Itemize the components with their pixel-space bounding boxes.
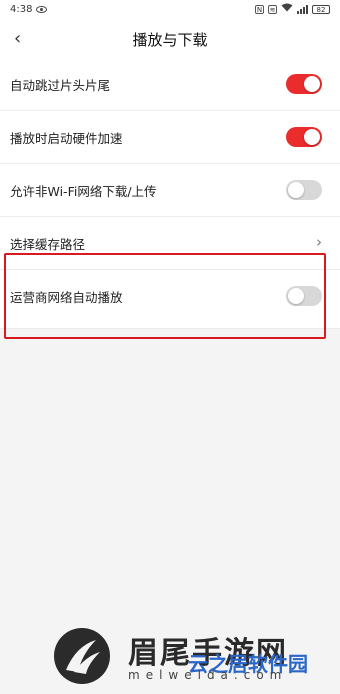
status-time: 4:38 [10, 3, 33, 15]
wifi-icon [281, 3, 293, 15]
non-wifi-download-toggle[interactable] [286, 180, 322, 200]
status-right: N ≋ 82 [255, 3, 330, 15]
battery-icon: 82 [312, 4, 330, 14]
page-title: 播放与下载 [132, 31, 208, 49]
signal-icon [297, 4, 308, 14]
setting-row-non-wifi-download: 允许非Wi-Fi网络下载/上传 [0, 164, 340, 217]
skip-intro-toggle[interactable] [286, 74, 322, 94]
setting-label: 允许非Wi-Fi网络下载/上传 [10, 184, 157, 199]
status-bar: 4:38 N ≋ 82 [0, 0, 340, 18]
chevron-right-icon: › [316, 233, 322, 251]
nfc-icon: N [255, 4, 264, 14]
hardware-accel-toggle[interactable] [286, 127, 322, 147]
eye-icon [36, 5, 48, 13]
watermark: 眉尾手游网 云之居软件园 melwelda.com [52, 620, 340, 690]
vibrate-icon: ≋ [268, 4, 277, 14]
toggle-knob [304, 129, 320, 145]
highlight-annotation [4, 253, 326, 339]
toggle-knob [288, 182, 304, 198]
setting-label: 自动跳过片头片尾 [10, 78, 111, 93]
watermark-logo [54, 628, 110, 684]
nav-bar: ‹ 播放与下载 [0, 18, 340, 58]
toggle-knob [304, 76, 320, 92]
watermark-url: melwelda.com [128, 668, 288, 682]
setting-row-hardware-accel: 播放时启动硬件加速 [0, 111, 340, 164]
setting-row-skip-intro: 自动跳过片头片尾 [0, 58, 340, 111]
setting-label: 选择缓存路径 [10, 237, 86, 252]
status-left: 4:38 [10, 3, 48, 15]
setting-label: 播放时启动硬件加速 [10, 131, 123, 146]
